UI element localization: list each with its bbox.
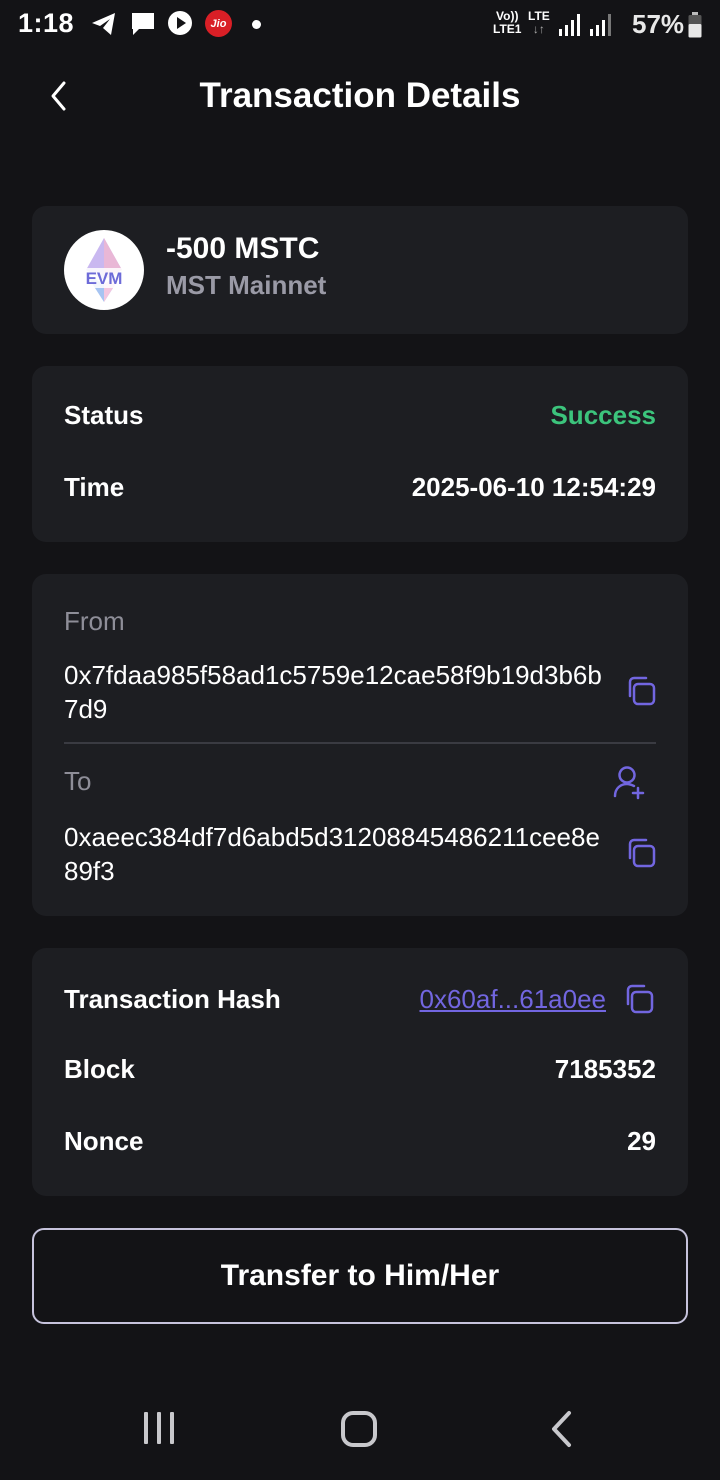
block-label: Block [64, 1054, 135, 1084]
hash-row: Transaction Hash 0x60af...61a0ee [64, 982, 656, 1016]
youtube-play-icon [167, 10, 193, 41]
status-row: Status Success [64, 400, 656, 431]
network-name: MST Mainnet [166, 270, 327, 300]
lte-indicator: LTE ↓↑ [528, 10, 550, 36]
block-value: 7185352 [554, 1054, 656, 1084]
status-label: Status [64, 400, 144, 430]
lte-text: LTE [528, 9, 550, 23]
transaction-hash-link[interactable]: 0x60af...61a0ee [420, 984, 607, 1015]
status-value: Success [550, 400, 656, 430]
battery-percent: 57% [632, 9, 685, 39]
signal-icon [558, 13, 582, 42]
message-icon [129, 10, 157, 43]
from-address: 0x7fdaa985f58ad1c5759e12cae58f9b19d3b6b7… [64, 660, 602, 724]
time-row: Time 2025-06-10 12:54:29 [64, 472, 656, 503]
details-card: Transaction Hash 0x60af...61a0ee Block 7… [32, 948, 688, 1196]
transaction-amount: -500 MSTC [166, 232, 320, 265]
hash-label: Transaction Hash [64, 983, 281, 1014]
back-nav-icon[interactable] [548, 1410, 574, 1453]
transfer-button[interactable]: Transfer to Him/Her [32, 1228, 688, 1324]
to-address: 0xaeec384df7d6abd5d31208845486211cee8e89… [64, 822, 600, 886]
copy-hash-icon[interactable] [622, 982, 656, 1016]
copy-to-address-icon[interactable] [624, 836, 658, 870]
block-row: Block 7185352 [64, 1054, 656, 1085]
battery-icon [688, 12, 702, 38]
asset-card: EVM -500 MSTC MST Mainnet [32, 206, 688, 334]
notification-dot [252, 20, 261, 29]
address-divider [64, 742, 656, 744]
status-time: 1:18 [18, 8, 75, 38]
status-card: Status Success Time 2025-06-10 12:54:29 [32, 366, 688, 542]
system-nav-bar [0, 1380, 720, 1480]
lte1-text: LTE1 [493, 22, 522, 36]
lte-arrows-text: ↓↑ [532, 22, 545, 36]
volte-text: Vo)) [496, 9, 519, 23]
jio-icon: Jio [205, 10, 232, 37]
time-label: Time [64, 472, 125, 502]
time-value: 2025-06-10 12:54:29 [411, 472, 656, 502]
status-bar: 1:18 Jio Vo)) LTE1 LTE ↓↑ 57% [0, 0, 720, 52]
volte-indicator: Vo)) LTE1 [493, 10, 521, 36]
evm-logo-text: EVM [86, 269, 123, 288]
recent-apps-icon[interactable] [142, 1410, 176, 1451]
nonce-label: Nonce [64, 1126, 144, 1156]
address-card: From 0x7fdaa985f58ad1c5759e12cae58f9b19d… [32, 574, 688, 916]
nonce-row: Nonce 29 [64, 1126, 656, 1157]
nonce-value: 29 [627, 1126, 656, 1156]
add-contact-icon[interactable] [612, 764, 646, 800]
from-label: From [64, 606, 125, 636]
page-title: Transaction Details [199, 76, 521, 115]
signal-icon [589, 13, 613, 42]
evm-logo: EVM [64, 230, 144, 310]
to-label: To [64, 766, 92, 796]
hash-value-group: 0x60af...61a0ee [420, 982, 657, 1016]
telegram-icon [90, 10, 118, 43]
home-icon[interactable] [340, 1410, 378, 1453]
copy-from-address-icon[interactable] [624, 674, 658, 708]
